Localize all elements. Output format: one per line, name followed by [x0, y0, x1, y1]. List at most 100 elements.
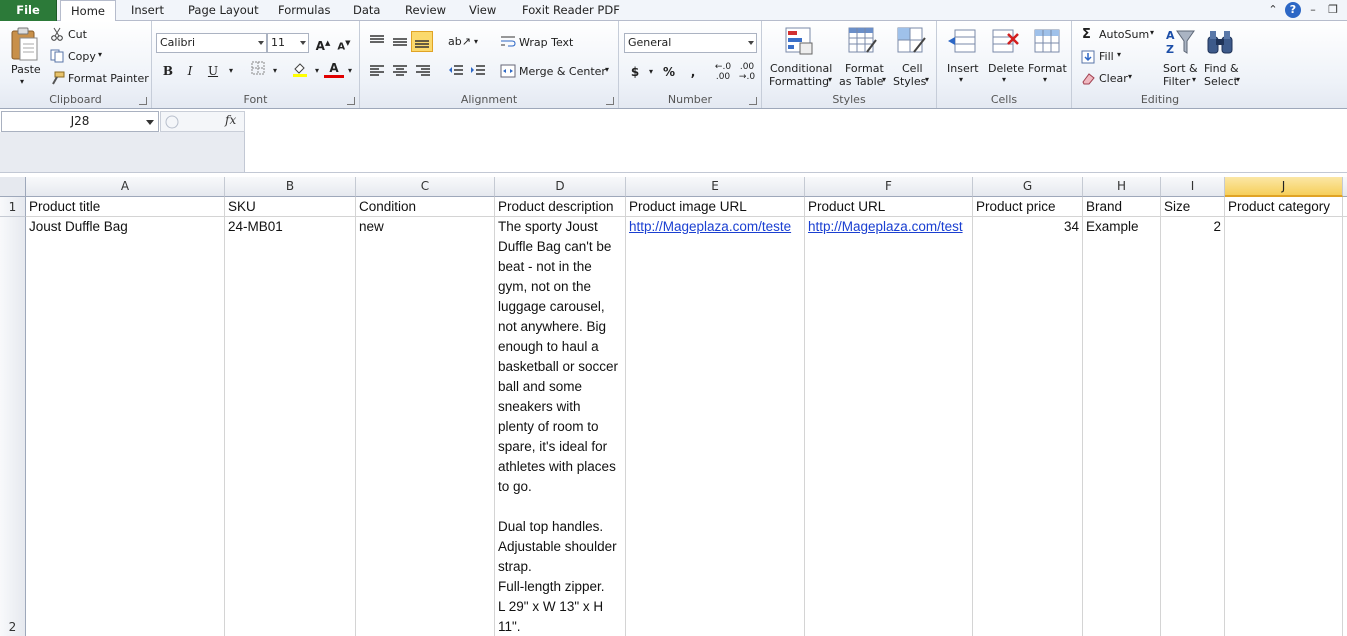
- tab-home[interactable]: Home: [60, 0, 116, 22]
- align-bottom-icon[interactable]: [411, 31, 433, 52]
- cell-d2[interactable]: The sporty Joust Duffle Bag can't be bea…: [495, 217, 626, 636]
- paste-button[interactable]: Paste: [11, 63, 41, 76]
- cell-b2[interactable]: 24-MB01: [225, 217, 356, 636]
- delete-cells-button[interactable]: Delete: [988, 62, 1024, 75]
- cell-f1[interactable]: Product URL: [805, 197, 973, 217]
- formula-input[interactable]: [246, 111, 1346, 172]
- tab-review[interactable]: Review: [405, 0, 446, 21]
- conditional-formatting-label-1[interactable]: Conditional: [770, 62, 832, 75]
- format-as-table-dropdown-icon[interactable]: ▾: [882, 75, 886, 84]
- cell-styles-dropdown-icon[interactable]: ▾: [925, 75, 929, 84]
- cell-g2[interactable]: 34: [973, 217, 1083, 636]
- column-header-g[interactable]: G: [973, 177, 1083, 197]
- italic-icon[interactable]: I: [180, 61, 200, 81]
- column-header-a[interactable]: A: [26, 177, 225, 197]
- column-header-b[interactable]: B: [225, 177, 356, 197]
- column-header-i[interactable]: I: [1161, 177, 1225, 197]
- font-color-dropdown-icon[interactable]: ▾: [340, 61, 360, 81]
- cell-b1[interactable]: SKU: [225, 197, 356, 217]
- align-center-icon[interactable]: [392, 64, 408, 80]
- merge-center-dropdown-icon[interactable]: ▾: [605, 65, 609, 74]
- cell-i2[interactable]: 2: [1161, 217, 1225, 636]
- paste-icon[interactable]: [9, 26, 39, 65]
- underline-icon[interactable]: U: [203, 61, 223, 81]
- tab-foxit-reader-pdf[interactable]: Foxit Reader PDF: [522, 0, 620, 21]
- copy-button[interactable]: Copy: [68, 50, 96, 63]
- row-header-2[interactable]: 2: [0, 217, 26, 636]
- sort-filter-dropdown-icon[interactable]: ▾: [1192, 75, 1196, 84]
- comma-style-icon[interactable]: ,: [683, 62, 703, 82]
- clear-button[interactable]: Clear: [1099, 72, 1128, 85]
- underline-dropdown-icon[interactable]: ▾: [221, 61, 241, 81]
- column-header-h[interactable]: H: [1083, 177, 1161, 197]
- format-as-table-label-1[interactable]: Format: [845, 62, 884, 75]
- cell-e1[interactable]: Product image URL: [626, 197, 805, 217]
- cell-a2[interactable]: Joust Duffle Bag: [26, 217, 225, 636]
- align-left-icon[interactable]: [369, 64, 385, 80]
- align-top-icon[interactable]: [369, 34, 385, 51]
- cell-styles-label-1[interactable]: Cell: [902, 62, 923, 75]
- fill-button[interactable]: Fill: [1099, 50, 1114, 63]
- tab-page-layout[interactable]: Page Layout: [188, 0, 259, 21]
- percent-icon[interactable]: %: [659, 62, 679, 82]
- cut-button[interactable]: Cut: [68, 28, 87, 41]
- paste-dropdown-icon[interactable]: ▾: [20, 77, 24, 86]
- name-box[interactable]: J28: [1, 111, 159, 132]
- sort-filter-label-1[interactable]: Sort &: [1163, 62, 1198, 75]
- format-cells-dropdown-icon[interactable]: ▾: [1043, 75, 1047, 84]
- insert-cells-dropdown-icon[interactable]: ▾: [959, 75, 963, 84]
- tab-view[interactable]: View: [469, 0, 496, 21]
- cell-h2[interactable]: Example: [1083, 217, 1161, 636]
- align-right-icon[interactable]: [415, 64, 431, 80]
- sort-filter-label-2[interactable]: Filter: [1163, 75, 1190, 88]
- bold-icon[interactable]: B: [158, 61, 178, 81]
- increase-decimal-icon[interactable]: ←.0.00: [713, 62, 733, 82]
- column-header-next[interactable]: [1343, 177, 1347, 197]
- cell-k2[interactable]: [1343, 217, 1347, 636]
- cell-j2[interactable]: [1225, 217, 1343, 636]
- cell-styles-label-2[interactable]: Styles: [893, 75, 926, 88]
- copy-dropdown-icon[interactable]: ▾: [98, 50, 102, 59]
- cell-f2-link[interactable]: http://Mageplaza.com/test: [805, 217, 973, 636]
- insert-function-icon[interactable]: fx: [225, 113, 236, 127]
- minimize-ribbon-icon[interactable]: ⌃: [1265, 2, 1281, 18]
- merge-center-button[interactable]: Merge & Center: [519, 65, 606, 78]
- orientation-dropdown-icon[interactable]: ▾: [466, 32, 486, 52]
- formula-bar-splitter-icon[interactable]: [164, 114, 180, 130]
- cell-a1[interactable]: Product title: [26, 197, 225, 217]
- column-header-c[interactable]: C: [356, 177, 495, 197]
- conditional-formatting-label-2[interactable]: Formatting: [769, 75, 829, 88]
- name-box-dropdown-icon[interactable]: [146, 120, 154, 125]
- delete-cells-dropdown-icon[interactable]: ▾: [1002, 75, 1006, 84]
- find-select-label-1[interactable]: Find &: [1204, 62, 1239, 75]
- align-middle-icon[interactable]: [392, 34, 408, 51]
- grow-font-icon[interactable]: A▲: [313, 33, 333, 53]
- restore-window-icon[interactable]: ❐: [1325, 2, 1341, 18]
- font-name-select[interactable]: Calibri: [156, 33, 267, 53]
- column-header-e[interactable]: E: [626, 177, 805, 197]
- find-select-dropdown-icon[interactable]: ▾: [1236, 75, 1240, 84]
- minimize-window-icon[interactable]: –: [1305, 2, 1321, 18]
- format-as-table-label-2[interactable]: as Table: [839, 75, 883, 88]
- find-select-label-2[interactable]: Select: [1204, 75, 1238, 88]
- cell-i1[interactable]: Size: [1161, 197, 1225, 217]
- cell-g1[interactable]: Product price: [973, 197, 1083, 217]
- tab-formulas[interactable]: Formulas: [278, 0, 331, 21]
- cell-j1[interactable]: Product category: [1225, 197, 1343, 217]
- cell-c1[interactable]: Condition: [356, 197, 495, 217]
- decrease-decimal-icon[interactable]: .00 →.0: [737, 62, 757, 82]
- autosum-dropdown-icon[interactable]: ▾: [1150, 28, 1154, 37]
- clipboard-launcher-icon[interactable]: [139, 97, 147, 105]
- font-launcher-icon[interactable]: [347, 97, 355, 105]
- tab-insert[interactable]: Insert: [131, 0, 164, 21]
- tab-file[interactable]: File: [0, 0, 57, 21]
- shrink-font-icon[interactable]: A▼: [334, 33, 354, 53]
- cell-k1[interactable]: [1343, 197, 1347, 217]
- column-header-f[interactable]: F: [805, 177, 973, 197]
- autosum-button[interactable]: AutoSum: [1099, 28, 1149, 41]
- alignment-launcher-icon[interactable]: [606, 97, 614, 105]
- select-all-corner[interactable]: [0, 177, 26, 197]
- orientation-icon[interactable]: ab↗: [448, 32, 471, 52]
- cell-h1[interactable]: Brand: [1083, 197, 1161, 217]
- font-size-select[interactable]: 11: [267, 33, 309, 53]
